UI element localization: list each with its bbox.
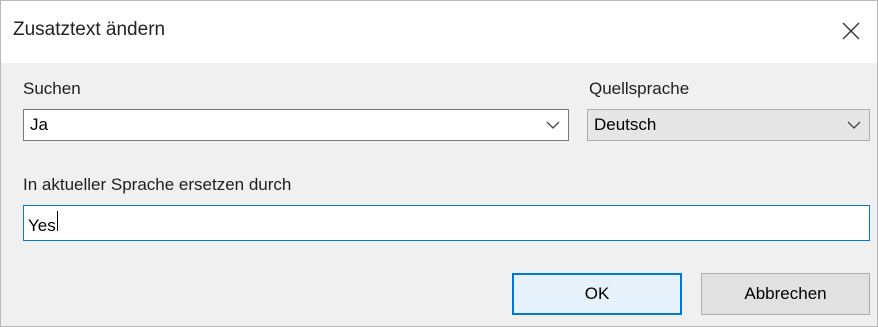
close-icon xyxy=(842,22,860,40)
close-button[interactable] xyxy=(833,13,869,49)
replace-input[interactable]: Yes xyxy=(23,205,870,241)
search-dropdown-button[interactable] xyxy=(538,110,568,140)
cancel-button[interactable]: Abbrechen xyxy=(701,273,870,315)
search-label: Suchen xyxy=(23,79,81,98)
dialog-window: Zusatztext ändern Suchen Ja Quellsprache… xyxy=(0,0,878,327)
source-language-value: Deutsch xyxy=(594,115,657,134)
text-caret xyxy=(56,210,58,231)
source-language-select[interactable]: Deutsch xyxy=(587,109,870,141)
search-value: Ja xyxy=(30,115,48,134)
source-language-label: Quellsprache xyxy=(589,79,690,98)
dialog-body: Suchen Ja Quellsprache Deutsch In aktuel… xyxy=(1,63,877,326)
chevron-down-icon xyxy=(546,121,560,129)
search-combobox[interactable]: Ja xyxy=(23,109,569,141)
dialog-title: Zusatztext ändern xyxy=(13,19,166,40)
replace-label: In aktueller Sprache ersetzen durch xyxy=(23,175,292,194)
replace-value: Yes xyxy=(24,210,58,236)
chevron-down-icon xyxy=(847,121,861,129)
title-bar: Zusatztext ändern xyxy=(1,1,877,63)
ok-button[interactable]: OK xyxy=(512,273,682,315)
source-language-dropdown-button[interactable] xyxy=(839,110,869,140)
